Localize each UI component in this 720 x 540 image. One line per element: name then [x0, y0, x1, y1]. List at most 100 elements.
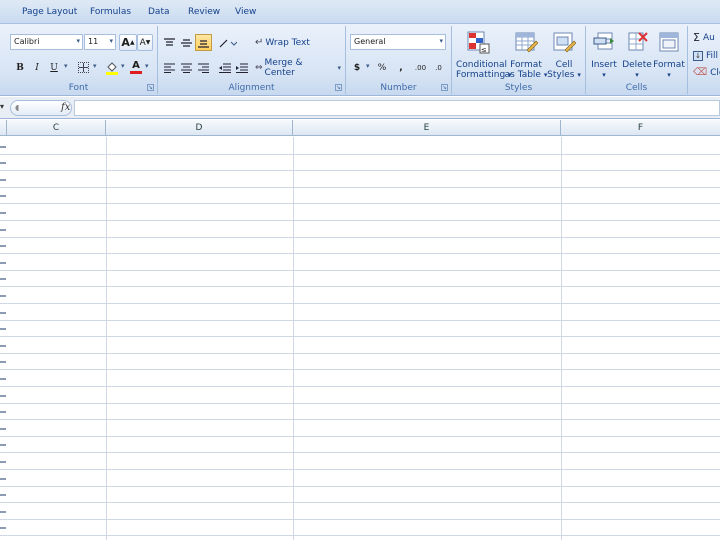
grow-font-button[interactable]: A ▲	[119, 34, 137, 51]
row-header-edge	[0, 428, 6, 430]
chevron-down-icon[interactable]: ▾	[145, 62, 149, 70]
wrap-text-icon: ↵	[255, 37, 264, 48]
row-gridline	[0, 436, 720, 437]
delete-cells-icon	[628, 32, 648, 51]
column-header-partial[interactable]	[0, 120, 7, 136]
row-gridline	[0, 220, 720, 221]
clear-label: Cle	[710, 67, 720, 78]
clear-button[interactable]: ⌫ Cle	[692, 64, 720, 81]
dialog-launcher-icon[interactable]: ↘	[441, 84, 448, 91]
chevron-down-icon: ▾	[667, 71, 671, 79]
currency-button[interactable]: $	[350, 59, 364, 76]
chevron-down-icon: ▾	[439, 37, 443, 45]
align-right-button[interactable]	[195, 59, 212, 76]
row-gridline	[0, 237, 720, 238]
chevron-down-icon: ▾	[577, 71, 581, 79]
chevron-down-icon[interactable]: ▾	[121, 62, 125, 70]
tab-formulas[interactable]: Formulas	[90, 7, 131, 17]
number-format-value: General	[354, 37, 386, 46]
font-color-button[interactable]: A	[128, 59, 144, 76]
insert-cells-button[interactable]: Insert ▾	[587, 28, 621, 84]
column-header-d[interactable]: D	[106, 120, 293, 136]
font-color-swatch	[130, 71, 142, 74]
fill-button[interactable]: ↓ Fill	[692, 47, 720, 64]
insert-label: Insert	[591, 60, 617, 70]
column-header-f[interactable]: F	[561, 120, 720, 136]
align-center-button[interactable]	[178, 59, 195, 76]
italic-button[interactable]: I	[29, 59, 45, 76]
increase-decimal-icon: .00	[414, 63, 427, 72]
align-top-icon	[164, 37, 175, 46]
expand-handle-icon[interactable]: ◖	[15, 103, 19, 112]
ribbon: Calibri ▾ 11 ▾ A ▲ A ▼ B I U ▾ ▾ ▾ A ▾ F…	[0, 24, 720, 96]
decrease-indent-icon	[218, 62, 231, 73]
align-bottom-icon	[198, 39, 209, 48]
align-top-button[interactable]	[161, 34, 178, 51]
font-name-combo[interactable]: Calibri ▾	[10, 34, 83, 50]
row-header-edge	[0, 511, 6, 513]
formula-input[interactable]	[74, 100, 720, 116]
chevron-down-icon[interactable]: ▾	[64, 62, 68, 70]
borders-button[interactable]	[74, 59, 92, 76]
percent-button[interactable]: %	[374, 59, 390, 76]
align-middle-button[interactable]	[178, 34, 195, 51]
format-as-table-button[interactable]: Format as Table ▾	[504, 28, 548, 84]
row-gridline	[0, 303, 720, 304]
chevron-down-icon[interactable]: ▾	[93, 62, 97, 70]
row-gridline	[0, 519, 720, 520]
row-gridline	[0, 170, 720, 171]
decrease-indent-button[interactable]	[216, 59, 233, 76]
row-gridline	[0, 502, 720, 503]
autosum-label: Au	[702, 32, 715, 43]
row-header-edge	[0, 444, 6, 446]
row-gridline	[0, 369, 720, 370]
font-size-combo[interactable]: 11 ▾	[84, 34, 116, 50]
align-bottom-button[interactable]	[195, 34, 212, 51]
underline-button[interactable]: U	[46, 59, 62, 76]
row-header-edge	[0, 195, 6, 197]
tab-page-layout[interactable]: Page Layout	[22, 7, 77, 17]
shrink-font-button[interactable]: A ▼	[137, 34, 153, 51]
comma-style-button[interactable]: ,	[394, 59, 408, 76]
column-header-c[interactable]: C	[7, 120, 106, 136]
conditional-formatting-button[interactable]: ≤ Conditional Formatting ▾	[456, 28, 512, 84]
row-header-edge	[0, 411, 6, 413]
dialog-launcher-icon[interactable]: ↘	[147, 84, 154, 91]
name-box-dropdown-icon[interactable]: ▾	[0, 102, 4, 111]
fill-color-button[interactable]	[103, 59, 121, 76]
sigma-icon: Σ	[693, 31, 700, 44]
row-header-edge	[0, 245, 6, 247]
chevron-down-icon[interactable]: ▾	[366, 62, 370, 70]
cell-styles-button[interactable]: Cell Styles ▾	[544, 28, 584, 84]
tab-view[interactable]: View	[235, 7, 256, 17]
align-left-button[interactable]	[161, 59, 178, 76]
dialog-launcher-icon[interactable]: ↘	[335, 84, 342, 91]
insert-function-button[interactable]: fx	[61, 102, 70, 113]
row-header-edge	[0, 179, 6, 181]
number-format-combo[interactable]: General ▾	[350, 34, 446, 50]
format-cells-button[interactable]: Format ▾	[652, 28, 686, 84]
tab-data[interactable]: Data	[148, 7, 170, 17]
text-orientation-icon	[219, 39, 237, 47]
align-center-icon	[181, 62, 192, 73]
increase-indent-button[interactable]	[233, 59, 250, 76]
cell-styles-label-2: Styles	[547, 70, 575, 80]
row-header-edge	[0, 229, 6, 231]
increase-decimal-button[interactable]: .00	[412, 59, 429, 76]
format-as-table-label-2-wrap: as Table ▾	[504, 70, 548, 80]
bold-button[interactable]: B	[12, 59, 28, 76]
autosum-button[interactable]: Σ Au	[692, 29, 720, 46]
decrease-decimal-button[interactable]: .0	[430, 59, 447, 76]
column-gridline	[293, 137, 294, 540]
worksheet-grid[interactable]	[0, 137, 720, 540]
row-gridline	[0, 403, 720, 404]
orientation-button[interactable]	[216, 34, 240, 51]
tab-review[interactable]: Review	[188, 7, 220, 17]
delete-label: Delete	[622, 60, 652, 70]
wrap-text-button[interactable]: ↵ Wrap Text	[254, 34, 314, 51]
merge-center-button[interactable]: ⇔ Merge & Center ▾	[254, 58, 342, 78]
chevron-down-icon: ▾	[602, 71, 606, 79]
delete-cells-button[interactable]: Delete ▾	[620, 28, 654, 84]
conditional-formatting-label-2: Formatting	[456, 70, 506, 80]
column-header-e[interactable]: E	[293, 120, 561, 136]
